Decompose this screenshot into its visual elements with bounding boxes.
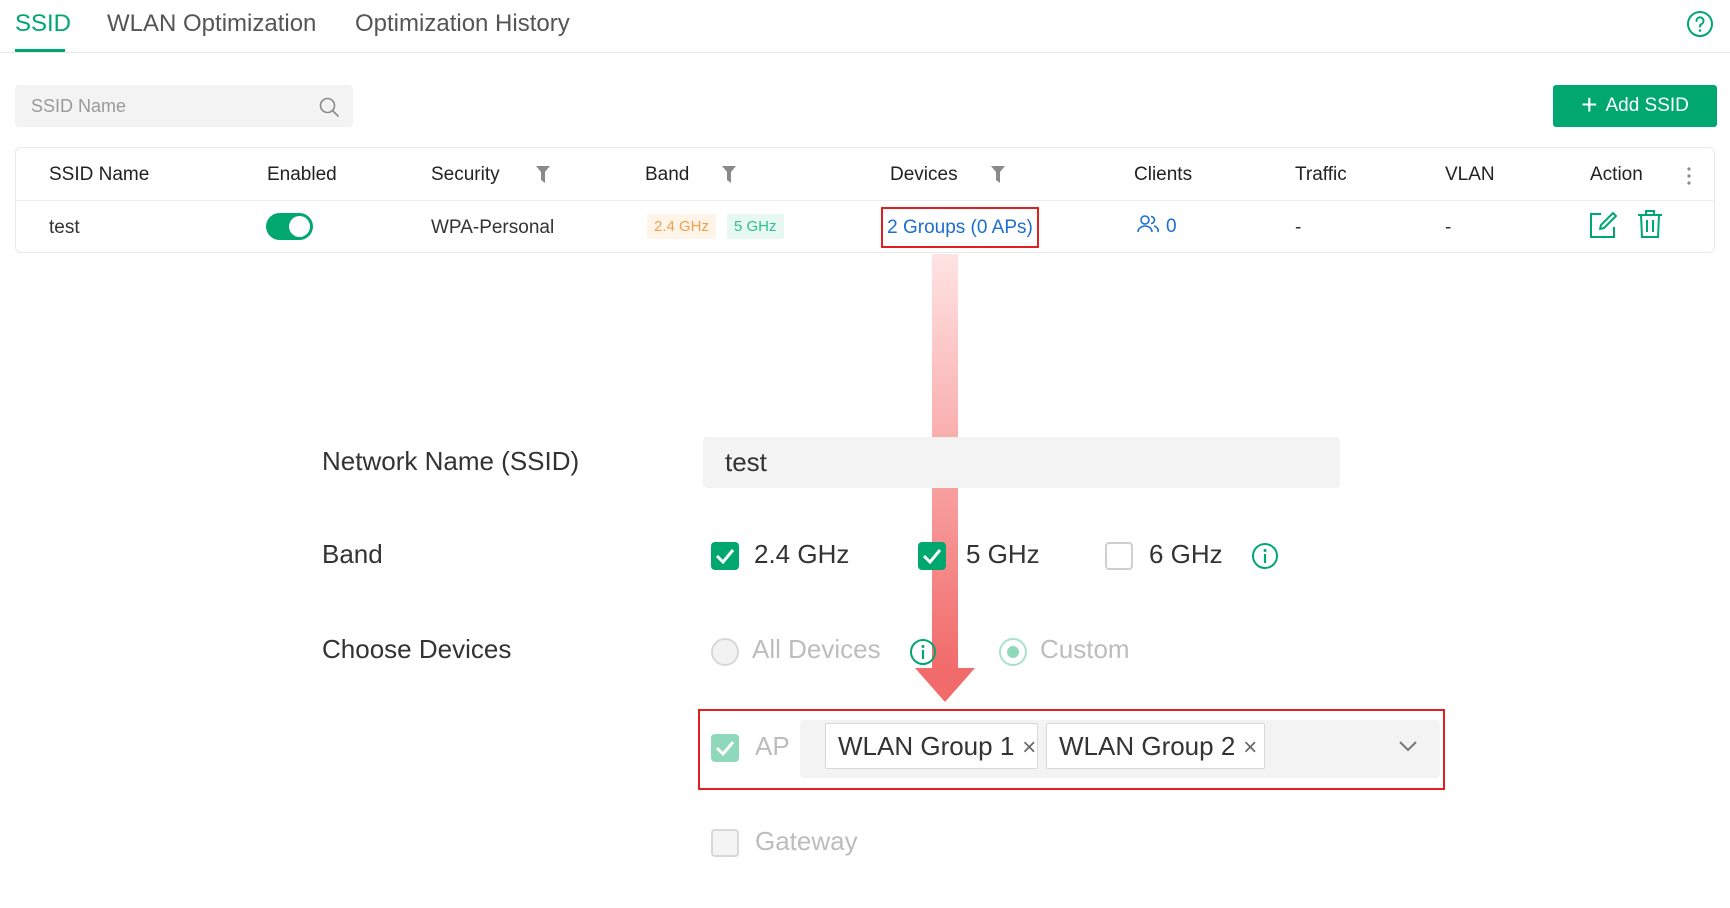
band-6ghz-label: 6 GHz: [1149, 539, 1223, 569]
band-5ghz-label: 5 GHz: [966, 539, 1040, 569]
custom-label: Custom: [1040, 634, 1130, 664]
devices-link[interactable]: 2 Groups (0 APs): [881, 207, 1039, 248]
col-vlan: VLAN: [1445, 164, 1495, 185]
col-devices: Devices: [890, 164, 958, 185]
band-tag-2-4ghz: 2.4 GHz: [647, 214, 717, 239]
gateway-checkbox[interactable]: [711, 829, 739, 857]
security-filter-icon[interactable]: [536, 166, 550, 184]
col-ssid-name: SSID Name: [49, 164, 150, 185]
col-clients: Clients: [1134, 164, 1193, 185]
column-settings-icon[interactable]: [1686, 166, 1692, 186]
clients-icon: [1137, 215, 1159, 233]
tab-bar: SSID WLAN Optimization Optimization Hist…: [0, 0, 1730, 53]
all-devices-label: All Devices: [752, 634, 881, 664]
col-action: Action: [1590, 164, 1643, 185]
ap-label: AP: [755, 731, 790, 761]
band-tag-5ghz: 5 GHz: [727, 214, 784, 239]
ap-group-chip-2-label: WLAN Group 2: [1059, 731, 1236, 761]
band-info-icon[interactable]: [1251, 542, 1279, 570]
ap-checkbox[interactable]: [711, 734, 739, 762]
gateway-label: Gateway: [755, 826, 858, 856]
add-ssid-button[interactable]: + Add SSID: [1553, 85, 1717, 127]
ap-group-chip-1-label: WLAN Group 1: [838, 731, 1015, 761]
table-header: SSID Name Enabled Security Band Devices …: [16, 148, 1714, 201]
add-ssid-label: Add SSID: [1605, 95, 1689, 116]
remove-chip-1-icon[interactable]: ×: [1022, 726, 1036, 770]
help-icon[interactable]: [1686, 10, 1714, 38]
ap-group-chip-2: WLAN Group 2 ×: [1046, 723, 1265, 769]
security-cell: WPA-Personal: [431, 217, 555, 238]
choose-devices-label: Choose Devices: [322, 634, 512, 664]
tab-wlan-optimization[interactable]: WLAN Optimization: [107, 10, 316, 38]
custom-radio[interactable]: [999, 638, 1027, 666]
all-devices-info-icon[interactable]: [909, 638, 937, 666]
ssid-table: SSID Name Enabled Security Band Devices …: [15, 147, 1715, 253]
traffic-cell: -: [1295, 217, 1302, 238]
devices-filter-icon[interactable]: [991, 166, 1005, 184]
plus-icon: +: [1581, 88, 1598, 120]
remove-chip-2-icon[interactable]: ×: [1243, 726, 1257, 770]
tab-optimization-history[interactable]: Optimization History: [355, 10, 570, 38]
band-5ghz-checkbox[interactable]: [918, 542, 946, 570]
band-label: Band: [322, 539, 383, 569]
all-devices-radio[interactable]: [711, 638, 739, 666]
search-icon[interactable]: [318, 96, 340, 118]
col-band: Band: [645, 164, 690, 185]
ap-group-chip-1: WLAN Group 1 ×: [825, 723, 1038, 769]
delete-icon[interactable]: [1636, 209, 1664, 239]
tab-ssid[interactable]: SSID: [15, 10, 71, 38]
enabled-toggle[interactable]: [266, 213, 313, 240]
col-security: Security: [431, 164, 500, 185]
network-name-input[interactable]: [703, 437, 1340, 488]
chevron-down-icon[interactable]: [1398, 739, 1418, 753]
col-traffic: Traffic: [1295, 164, 1347, 185]
edit-icon[interactable]: [1588, 210, 1618, 240]
band-6ghz-checkbox[interactable]: [1105, 542, 1133, 570]
col-enabled: Enabled: [267, 164, 337, 185]
clients-count[interactable]: 0: [1166, 216, 1177, 238]
network-name-label: Network Name (SSID): [322, 446, 580, 476]
band-2-4ghz-checkbox[interactable]: [711, 542, 739, 570]
band-filter-icon[interactable]: [722, 166, 736, 184]
ssid-search-input[interactable]: [15, 85, 353, 127]
ssid-name-cell: test: [49, 217, 80, 238]
active-tab-indicator: [15, 49, 65, 52]
vlan-cell: -: [1445, 217, 1452, 238]
band-2-4ghz-label: 2.4 GHz: [754, 539, 850, 569]
